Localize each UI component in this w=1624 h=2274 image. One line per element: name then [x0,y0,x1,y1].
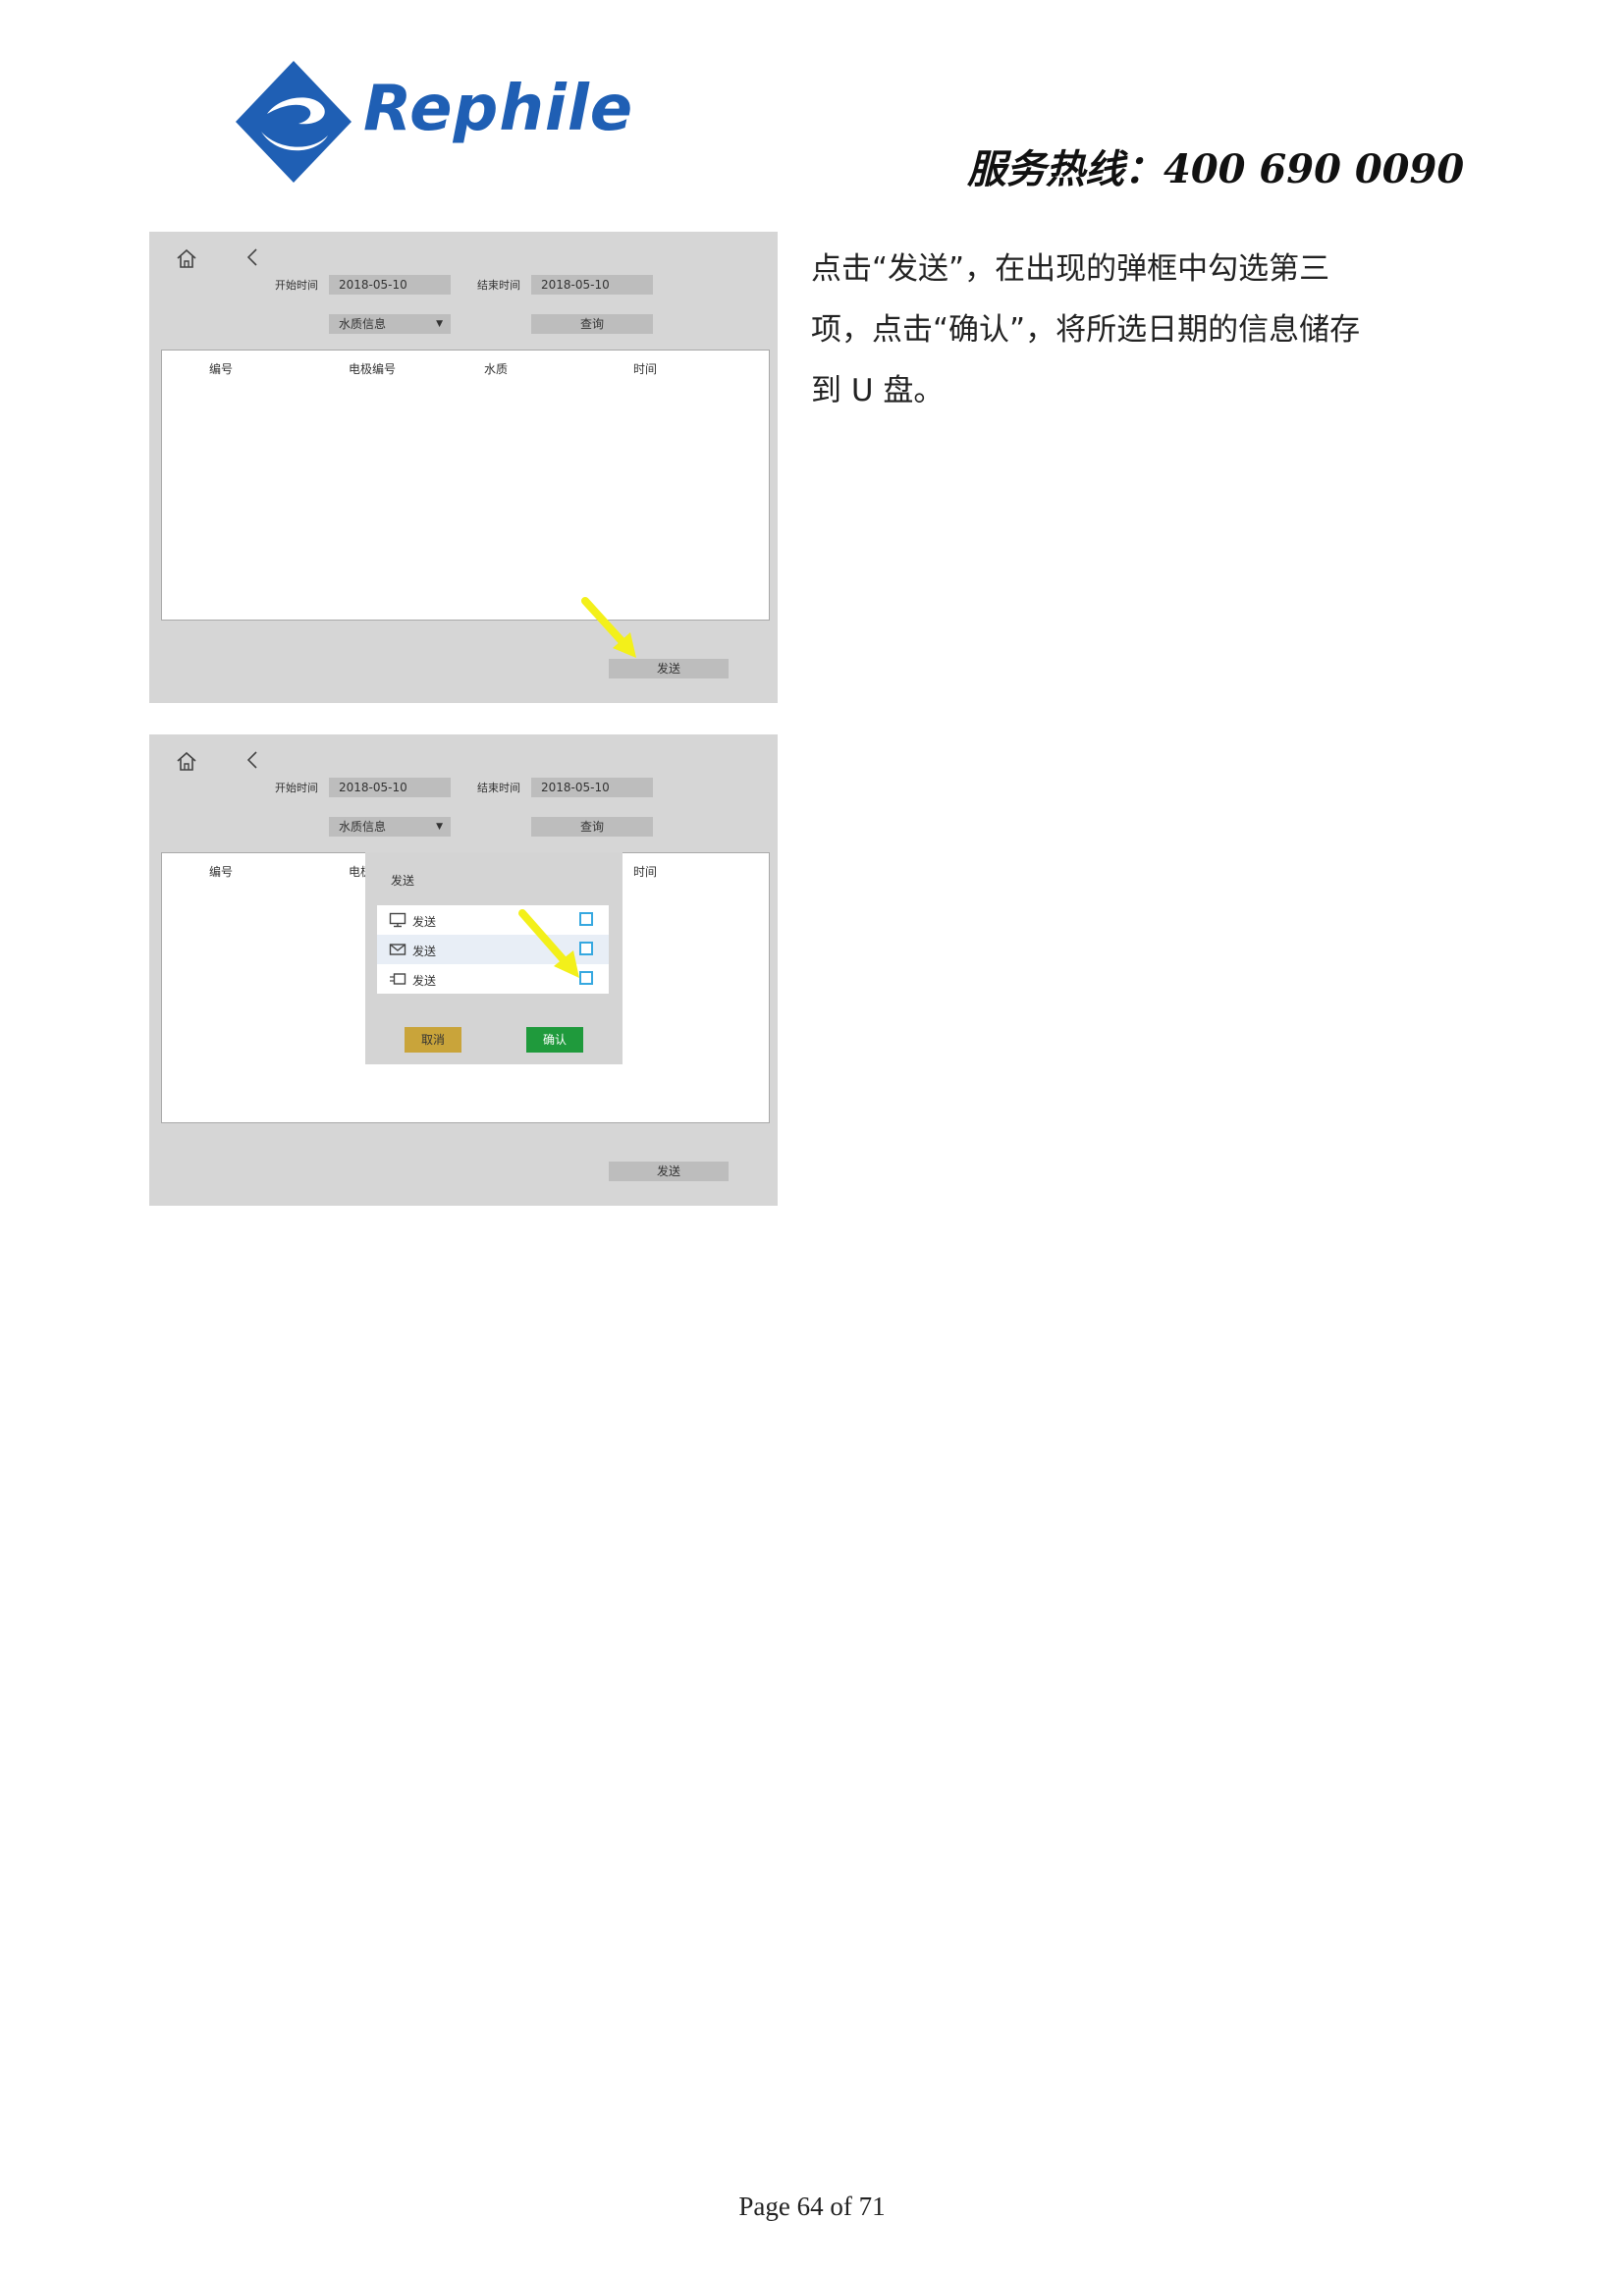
start-time-label: 开始时间 [275,782,318,794]
start-time-field[interactable]: 2018-05-10 [329,778,451,797]
screenshot-send-screen: 开始时间 2018-05-10 结束时间 2018-05-10 水质信息 ▼ 查… [149,232,778,703]
monitor-icon [389,912,406,928]
usb-icon [390,973,406,985]
column-header-time: 时间 [633,865,658,879]
query-button[interactable]: 查询 [531,314,653,334]
info-type-dropdown[interactable]: 水质信息 ▼ [329,314,451,334]
back-icon[interactable] [245,750,259,770]
column-header-id: 编号 [209,362,234,376]
rephile-logo: Rephile [234,59,632,185]
query-button[interactable]: 查询 [531,817,653,837]
back-icon[interactable] [245,247,259,267]
column-header-time: 时间 [633,362,658,376]
dropdown-arrow-icon: ▼ [436,822,443,832]
start-time-field[interactable]: 2018-05-10 [329,275,451,295]
column-header-water-quality: 水质 [484,362,509,376]
yellow-arrow-icon [581,597,636,658]
send-option-label: 发送 [412,974,437,988]
end-time-field[interactable]: 2018-05-10 [531,778,653,797]
rephile-logo-mark [236,61,352,183]
send-option-label: 发送 [412,945,437,958]
data-table: 编号 电极编号 水质 时间 [161,350,770,621]
start-time-label: 开始时间 [275,279,318,292]
mail-icon [389,944,406,955]
service-hotline: 服务热线：400 690 0090 [967,146,1465,192]
logo-text: Rephile [363,73,634,145]
info-type-dropdown[interactable]: 水质信息 ▼ [329,817,451,837]
send-button[interactable]: 发送 [609,659,729,678]
cancel-button[interactable]: 取消 [405,1027,461,1053]
yellow-arrow-icon [518,909,579,978]
end-time-label: 结束时间 [477,782,520,794]
send-button[interactable]: 发送 [609,1162,729,1181]
instruction-text: 点击“发送”，在出现的弹框中勾选第三项，点击“确认”，将所选日期的信息储存到 U… [811,251,1361,408]
page-number: Page 64 of 71 [738,2192,886,2221]
end-time-label: 结束时间 [477,279,520,292]
info-type-value: 水质信息 [339,820,387,834]
info-type-value: 水质信息 [339,317,387,331]
send-option-label: 发送 [412,915,437,929]
screenshot-send-dialog: 开始时间 2018-05-10 结束时间 2018-05-10 水质信息 ▼ 查… [149,734,778,1206]
column-header-id: 编号 [209,865,234,879]
dialog-title: 发送 [391,874,415,888]
end-time-field[interactable]: 2018-05-10 [531,275,653,295]
home-icon[interactable] [175,247,198,269]
confirm-button[interactable]: 确认 [526,1027,583,1053]
home-icon[interactable] [175,750,198,772]
column-header-electrode-id: 电极编号 [349,362,397,376]
dropdown-arrow-icon: ▼ [436,319,443,329]
